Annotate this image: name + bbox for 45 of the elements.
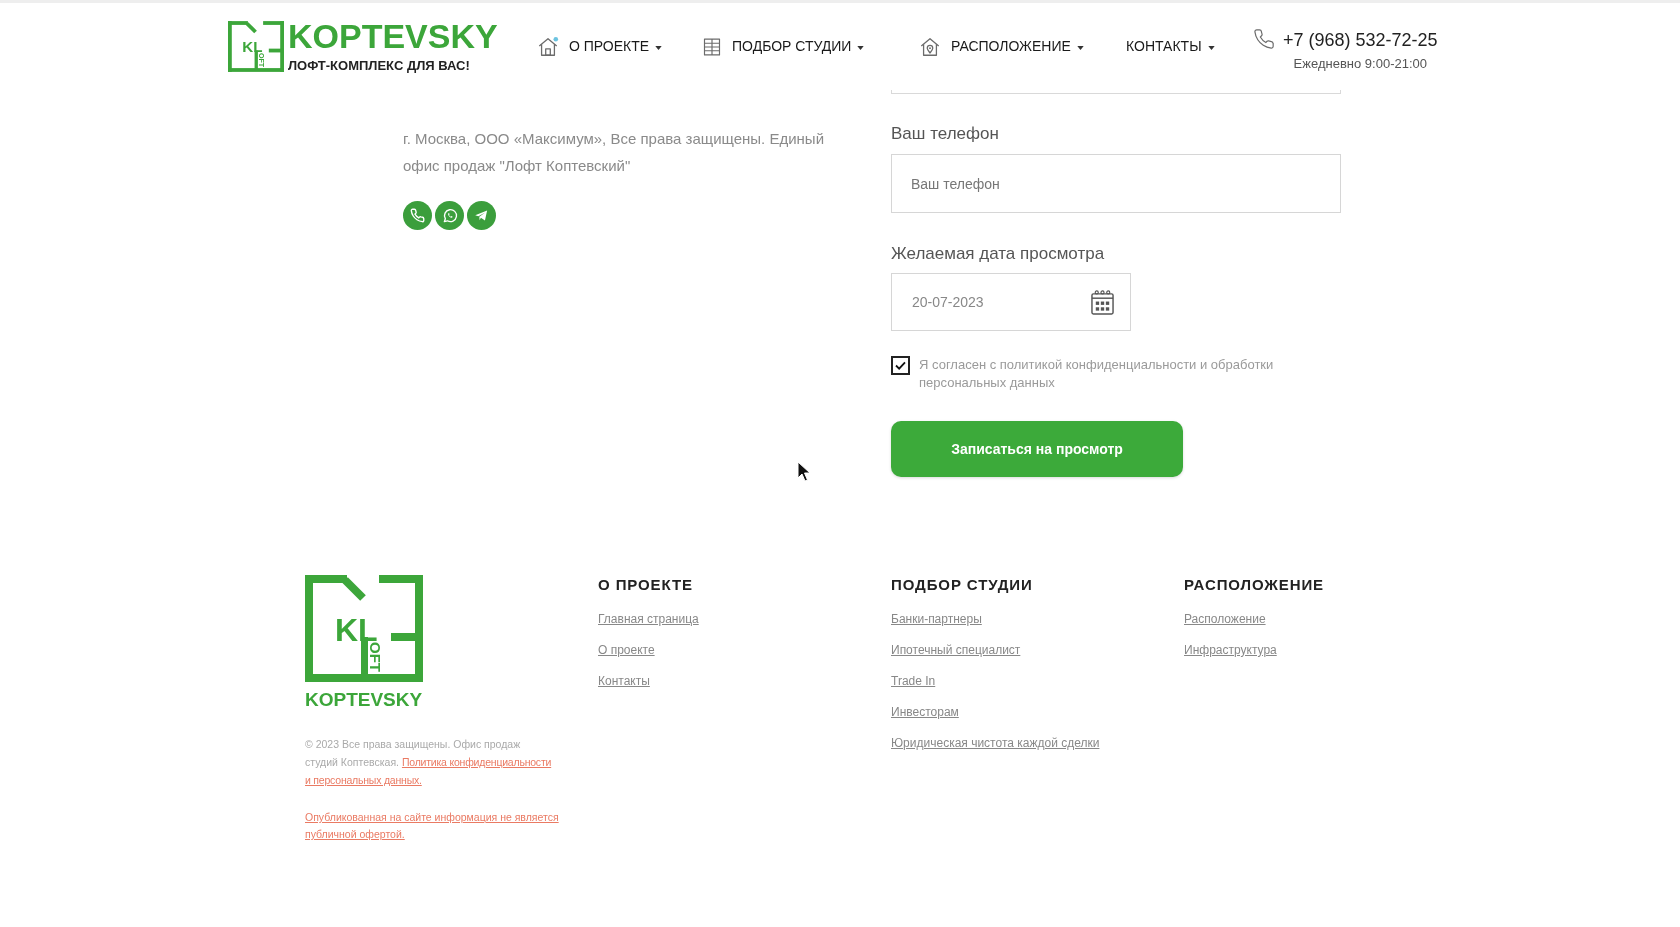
footer-link[interactable]: О проекте: [598, 640, 655, 660]
footer-heading: ПОДБОР СТУДИИ: [891, 575, 1033, 595]
working-hours: Ежедневно 9:00-21:00: [1293, 55, 1427, 73]
logo-tagline: ЛОФТ-КОМПЛЕКС ДЛЯ ВАС!: [288, 56, 471, 74]
paper-plane-icon[interactable]: [467, 201, 496, 230]
field-label: Ваш телефон: [891, 123, 1000, 145]
footer-heading: РАСПОЛОЖЕНИЕ: [1184, 575, 1325, 595]
footer-link[interactable]: Расположение: [1184, 609, 1266, 629]
policy-link[interactable]: Политика конфиденциальности: [401, 756, 552, 768]
nav-menu-item[interactable]: КОНТАКТЫ: [1126, 36, 1215, 57]
consent-checkbox[interactable]: [891, 356, 910, 375]
chat-bubble-icon[interactable]: [435, 201, 464, 230]
submit-button[interactable]: Записаться на просмотр: [891, 421, 1183, 477]
footer-link[interactable]: Юридическая чистота каждой сделки: [891, 733, 1100, 753]
offer-link[interactable]: Опубликованная на сайте информация не является публичной офертой.: [305, 809, 567, 843]
consent-text: Я согласен с политикой конфиденциальности и обработки персональных данных: [919, 356, 1275, 392]
phone-number-link[interactable]: +7 (968) 532-72-25: [1283, 28, 1438, 52]
company-info-text: г. Москва, ООО «Максимум», Все права защищены. Единый офис продаж "Лофт Коптевский": [403, 129, 826, 176]
checkmark-icon: [895, 361, 906, 370]
house-pin-icon: [919, 35, 941, 58]
phone-icon: [1253, 28, 1275, 50]
footer-link[interactable]: Ипотечный специалист: [891, 640, 1021, 660]
footer-heading: О ПРОЕКТЕ: [598, 575, 693, 595]
nav-menu-item[interactable]: РАСПОЛОЖЕНИЕ: [919, 35, 1084, 58]
nav-menu-item[interactable]: ПОДБОР СТУДИИ: [702, 36, 865, 57]
footer-link[interactable]: Инвесторам: [891, 702, 959, 722]
calendar-icon[interactable]: [1091, 289, 1114, 315]
footer-link[interactable]: Инфраструктура: [1184, 640, 1277, 660]
logo-name: KOPTEVSKY: [305, 689, 423, 711]
field-label: Желаемая дата просмотра: [891, 243, 1106, 265]
house-icon: [537, 35, 559, 58]
building-icon: [702, 36, 722, 57]
copyright-text: © 2023 Все права защищены. Офис продаж студий Коптевская. Политика конфиденциальности и персональных данных.: [305, 737, 553, 788]
date-field[interactable]: 20-07-2023: [891, 273, 1131, 331]
footer-link[interactable]: Банки-партнеры: [891, 609, 982, 629]
logo-name: KOPTEVSKY: [288, 19, 498, 52]
footer-link[interactable]: Trade In: [891, 671, 936, 691]
phone-input[interactable]: Ваш телефон: [891, 154, 1341, 213]
input-field[interactable]: [891, 90, 1341, 94]
phone-icon[interactable]: [403, 201, 432, 230]
cursor-icon: [797, 461, 811, 482]
footer-link[interactable]: Контакты: [598, 671, 650, 691]
policy-link[interactable]: и персональных данных.: [305, 774, 422, 786]
nav-menu-item[interactable]: О ПРОЕКТЕ: [537, 35, 663, 58]
footer-link[interactable]: Главная страница: [598, 609, 699, 629]
